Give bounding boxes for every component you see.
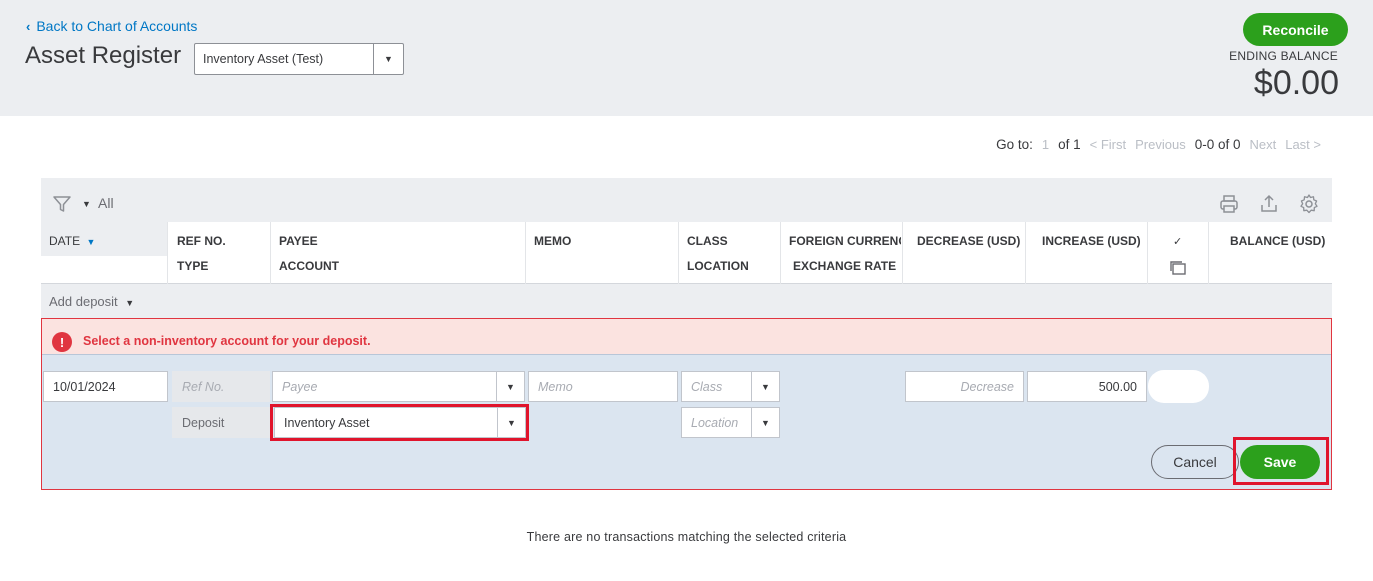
class-placeholder: Class: [691, 380, 723, 394]
error-icon: !: [52, 332, 72, 352]
previous-page-link[interactable]: Previous: [1135, 137, 1186, 152]
chevron-left-icon: ‹: [26, 18, 31, 34]
payee-header: PAYEE: [279, 234, 318, 248]
location-header: LOCATION: [687, 259, 749, 273]
type-header: TYPE: [177, 259, 209, 273]
payee-placeholder: Payee: [282, 380, 318, 394]
page-input[interactable]: 1: [1042, 137, 1049, 152]
cleared-header: ✓: [1173, 236, 1183, 248]
ref-no-field[interactable]: Ref No.: [172, 371, 270, 402]
ending-balance-value: $0.00: [1253, 64, 1339, 102]
grid-toolbar: ▼ All: [41, 178, 1332, 222]
chevron-down-icon[interactable]: ▼: [373, 44, 403, 74]
decrease-placeholder: Decrease: [960, 380, 1015, 394]
page-count: of 1: [1058, 137, 1081, 152]
ending-balance-label: ENDING BALANCE: [1229, 49, 1338, 63]
class-field[interactable]: Class ▼: [681, 371, 780, 402]
increase-header: INCREASE (USD): [1042, 234, 1141, 248]
back-link-label: Back to Chart of Accounts: [36, 18, 198, 34]
goto-label: Go to:: [996, 137, 1033, 152]
caret-down-icon[interactable]: ▼: [82, 199, 91, 209]
location-field[interactable]: Location ▼: [681, 407, 780, 438]
date-value: 10/01/2024: [53, 380, 116, 394]
exchange-rate-header: EXCHANGE RATE: [793, 259, 897, 273]
chevron-down-icon[interactable]: ▼: [496, 372, 524, 401]
filter-icon[interactable]: [52, 194, 72, 214]
account-select-value: Inventory Asset (Test): [203, 52, 324, 66]
error-message: Select a non-inventory account for your …: [83, 334, 371, 348]
back-to-chart-of-accounts-link[interactable]: ‹ Back to Chart of Accounts: [26, 18, 197, 34]
last-page-link[interactable]: Last >: [1285, 137, 1321, 152]
foreign-currency-header: FOREIGN CURRENC: [789, 234, 901, 248]
account-header: ACCOUNT: [279, 259, 339, 273]
next-page-link[interactable]: Next: [1249, 137, 1276, 152]
page-header: ‹ Back to Chart of Accounts Asset Regist…: [0, 0, 1373, 116]
account-select[interactable]: Inventory Asset (Test) ▼: [194, 43, 404, 75]
chevron-down-icon[interactable]: ▼: [751, 408, 779, 437]
save-button[interactable]: Save: [1240, 445, 1320, 479]
page-title: Asset Register: [25, 42, 182, 69]
error-banner: ! Select a non-inventory account for you…: [42, 319, 1331, 355]
class-header: CLASS: [687, 234, 728, 248]
date-column-header[interactable]: DATE ▼: [49, 234, 95, 248]
reconcile-button[interactable]: Reconcile: [1243, 13, 1348, 46]
copy-icon[interactable]: [1169, 260, 1187, 276]
cleared-toggle[interactable]: [1148, 370, 1209, 403]
balance-header: BALANCE (USD): [1230, 234, 1326, 248]
cancel-button[interactable]: Cancel: [1151, 445, 1239, 479]
first-page-link[interactable]: < First: [1090, 137, 1126, 152]
date-header-label: DATE: [49, 234, 81, 248]
record-range: 0-0 of 0: [1194, 137, 1241, 152]
increase-field[interactable]: 500.00: [1027, 371, 1147, 402]
memo-header: MEMO: [534, 234, 572, 248]
payee-field[interactable]: Payee ▼: [272, 371, 525, 402]
pagination: Go to: 1 of 1 < First Previous 0-0 of 0 …: [996, 137, 1321, 152]
date-field[interactable]: 10/01/2024: [43, 371, 168, 402]
ref-no-header: REF NO.: [177, 234, 226, 248]
decrease-field[interactable]: Decrease: [905, 371, 1024, 402]
memo-placeholder: Memo: [538, 380, 573, 394]
register-grid: ▼ All DATE ▼ REF NO. TYPE PAYEE ACCOUNT …: [41, 178, 1332, 320]
caret-down-icon: ▼: [125, 298, 135, 308]
location-placeholder: Location: [691, 416, 739, 430]
filter-value[interactable]: All: [98, 195, 114, 211]
ref-no-placeholder: Ref No.: [182, 380, 225, 394]
transaction-edit-panel: ! Select a non-inventory account for you…: [41, 318, 1332, 490]
chevron-down-icon[interactable]: ▼: [751, 372, 779, 401]
empty-state-message: There are no transactions matching the s…: [526, 530, 847, 544]
account-field-highlight: [270, 404, 529, 441]
print-icon[interactable]: [1218, 193, 1240, 215]
memo-field[interactable]: Memo: [528, 371, 678, 402]
settings-icon[interactable]: [1298, 193, 1320, 215]
type-value: Deposit: [182, 416, 225, 430]
add-deposit-label: Add deposit: [49, 294, 118, 309]
add-deposit-row: Add deposit ▼: [41, 284, 1332, 320]
decrease-header: DECREASE (USD): [917, 234, 1021, 248]
export-icon[interactable]: [1258, 193, 1280, 215]
add-deposit-dropdown[interactable]: Add deposit ▼: [49, 294, 134, 309]
increase-value: 500.00: [1098, 380, 1137, 394]
sort-desc-icon: ▼: [86, 237, 96, 247]
column-header-row: DATE ▼ REF NO. TYPE PAYEE ACCOUNT MEMO C…: [41, 222, 1332, 284]
type-field: Deposit: [172, 407, 270, 438]
